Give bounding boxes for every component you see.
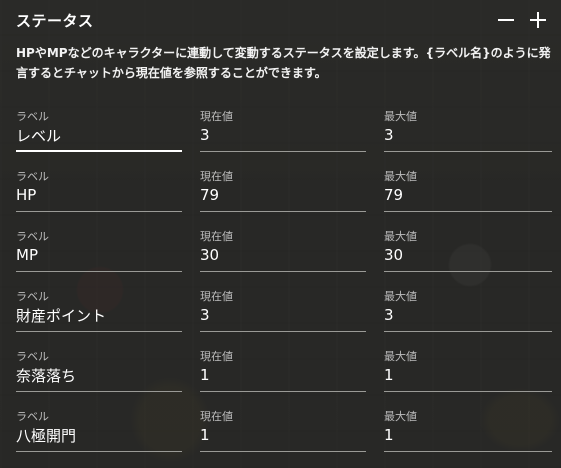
current-value-field: 現在値 <box>200 288 366 336</box>
panel-header: ステータス <box>16 8 546 34</box>
status-row: ラベル 現在値 最大値 <box>16 408 556 464</box>
input-underline <box>16 451 182 452</box>
input-underline <box>16 150 182 152</box>
input-underline <box>384 391 552 392</box>
max-value-caption: 最大値 <box>384 290 417 303</box>
current-value-caption: 現在値 <box>200 410 233 423</box>
label-field: ラベル <box>16 408 182 456</box>
max-value-field: 最大値 <box>384 108 552 156</box>
label-input[interactable] <box>16 303 182 327</box>
max-value-field: 最大値 <box>384 408 552 456</box>
input-underline <box>200 151 366 152</box>
current-value-input[interactable] <box>200 363 366 387</box>
input-underline <box>16 271 182 272</box>
current-value-caption: 現在値 <box>200 290 233 303</box>
status-panel: ステータス HPやMPなどのキャラクターに連動して変動するステータスを設定します… <box>0 0 561 468</box>
current-value-caption: 現在値 <box>200 230 233 243</box>
current-value-field: 現在値 <box>200 228 366 276</box>
input-underline <box>384 151 552 152</box>
max-value-caption: 最大値 <box>384 230 417 243</box>
input-underline <box>200 451 366 452</box>
max-value-input[interactable] <box>384 243 552 267</box>
current-value-input[interactable] <box>200 243 366 267</box>
current-value-input[interactable] <box>200 123 366 147</box>
max-value-field: 最大値 <box>384 228 552 276</box>
label-input[interactable] <box>16 183 182 207</box>
input-underline <box>200 391 366 392</box>
minus-icon <box>498 19 514 21</box>
current-value-field: 現在値 <box>200 408 366 456</box>
max-value-field: 最大値 <box>384 348 552 396</box>
label-field: ラベル <box>16 348 182 396</box>
input-underline <box>16 391 182 392</box>
label-input[interactable] <box>16 123 182 147</box>
status-row: ラベル 現在値 最大値 <box>16 108 556 164</box>
label-caption: ラベル <box>16 110 49 123</box>
max-value-field: 最大値 <box>384 168 552 216</box>
remove-status-button[interactable] <box>494 8 518 32</box>
label-input[interactable] <box>16 243 182 267</box>
current-value-field: 現在値 <box>200 348 366 396</box>
max-value-input[interactable] <box>384 363 552 387</box>
input-underline <box>16 211 182 212</box>
label-field: ラベル <box>16 168 182 216</box>
input-underline <box>384 211 552 212</box>
input-underline <box>384 271 552 272</box>
panel-title: ステータス <box>16 12 94 30</box>
current-value-input[interactable] <box>200 303 366 327</box>
add-status-button[interactable] <box>526 8 550 32</box>
label-input[interactable] <box>16 363 182 387</box>
current-value-caption: 現在値 <box>200 350 233 363</box>
max-value-input[interactable] <box>384 183 552 207</box>
status-row: ラベル 現在値 最大値 <box>16 228 556 284</box>
max-value-caption: 最大値 <box>384 350 417 363</box>
status-row: ラベル 現在値 最大値 <box>16 348 556 404</box>
current-value-field: 現在値 <box>200 168 366 216</box>
max-value-caption: 最大値 <box>384 410 417 423</box>
panel-description: HPやMPなどのキャラクターに連動して変動するステータスを設定します。{ラベル名… <box>16 46 551 80</box>
label-field: ラベル <box>16 108 182 156</box>
input-underline <box>384 331 552 332</box>
max-value-caption: 最大値 <box>384 170 417 183</box>
current-value-caption: 現在値 <box>200 110 233 123</box>
input-underline <box>200 271 366 272</box>
current-value-field: 現在値 <box>200 108 366 156</box>
label-field: ラベル <box>16 288 182 336</box>
status-row: ラベル 現在値 最大値 <box>16 288 556 344</box>
input-underline <box>200 211 366 212</box>
max-value-input[interactable] <box>384 423 552 447</box>
max-value-input[interactable] <box>384 303 552 327</box>
label-caption: ラベル <box>16 230 49 243</box>
max-value-caption: 最大値 <box>384 110 417 123</box>
input-underline <box>200 331 366 332</box>
current-value-input[interactable] <box>200 183 366 207</box>
label-field: ラベル <box>16 228 182 276</box>
current-value-input[interactable] <box>200 423 366 447</box>
input-underline <box>384 451 552 452</box>
max-value-field: 最大値 <box>384 288 552 336</box>
current-value-caption: 現在値 <box>200 170 233 183</box>
label-caption: ラベル <box>16 170 49 183</box>
input-underline <box>16 331 182 332</box>
label-caption: ラベル <box>16 410 49 423</box>
label-caption: ラベル <box>16 350 49 363</box>
status-row: ラベル 現在値 最大値 <box>16 168 556 224</box>
label-input[interactable] <box>16 423 182 447</box>
max-value-input[interactable] <box>384 123 552 147</box>
label-caption: ラベル <box>16 290 49 303</box>
